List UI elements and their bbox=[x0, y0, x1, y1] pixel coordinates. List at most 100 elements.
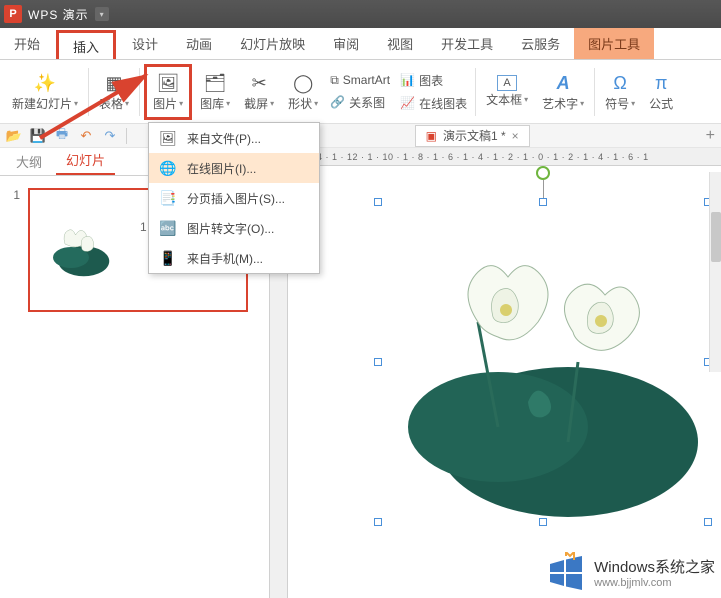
table-label: 表格 bbox=[99, 95, 123, 112]
chart-button[interactable]: 📊图表 bbox=[396, 70, 471, 91]
tab-cloud[interactable]: 云服务 bbox=[507, 28, 574, 59]
symbol-icon: Ω bbox=[608, 71, 632, 95]
slide-canvas[interactable] bbox=[288, 166, 721, 598]
chevron-down-icon: ▾ bbox=[125, 99, 129, 108]
resize-handle-tm[interactable] bbox=[539, 198, 547, 206]
menu-to-text[interactable]: 🔤 图片转文字(O)... bbox=[149, 213, 319, 243]
relation-button[interactable]: 🔗 关系图 bbox=[326, 92, 394, 113]
document-icon: ▣ bbox=[426, 129, 437, 143]
textbox-label: 文本框 bbox=[486, 91, 522, 108]
wordart-button[interactable]: A 艺术字▾ bbox=[536, 64, 590, 120]
watermark: Windows系统之家 www.bjjmlv.com bbox=[544, 552, 715, 592]
menu-paginated-insert[interactable]: 📑 分页插入图片(S)... bbox=[149, 183, 319, 213]
lotus-thumbnail-image bbox=[40, 220, 120, 280]
resize-handle-br[interactable] bbox=[704, 518, 712, 526]
picture-icon: 🖼 bbox=[156, 71, 180, 95]
new-slide-label: 新建幻灯片 bbox=[12, 95, 72, 112]
undo-icon[interactable]: ↶ bbox=[78, 128, 94, 144]
document-name: 演示文稿1 * bbox=[443, 127, 506, 144]
online-chart-label: 在线图表 bbox=[419, 95, 467, 112]
tab-picture-tools[interactable]: 图片工具 bbox=[574, 28, 654, 59]
chevron-down-icon: ▾ bbox=[314, 99, 318, 108]
tab-devtools[interactable]: 开发工具 bbox=[427, 28, 507, 59]
shape-label: 形状 bbox=[288, 95, 312, 112]
watermark-brand2: 系统之家 bbox=[655, 559, 715, 576]
relation-icon: 🔗 bbox=[330, 95, 345, 109]
menu-online-picture[interactable]: 🌐 在线图片(I)... bbox=[149, 153, 319, 183]
resize-handle-bl[interactable] bbox=[374, 518, 382, 526]
picture-button[interactable]: 🖼 图片▾ bbox=[144, 64, 192, 120]
tab-review[interactable]: 审阅 bbox=[319, 28, 373, 59]
shape-icon: ◯ bbox=[291, 71, 315, 95]
ribbon: ✨ 新建幻灯片▾ ▦ 表格▾ 🖼 图片▾ 🗂 图库▾ ✂ 截屏▾ ◯ 形状▾ ⧉… bbox=[0, 60, 721, 124]
close-icon[interactable]: × bbox=[512, 129, 519, 143]
tab-animation[interactable]: 动画 bbox=[172, 28, 226, 59]
add-tab-icon[interactable]: + bbox=[706, 127, 715, 145]
ribbon-tabs: 开始 插入 设计 动画 幻灯片放映 审阅 视图 开发工具 云服务 图片工具 bbox=[0, 28, 721, 60]
screenshot-label: 截屏 bbox=[244, 95, 268, 112]
chevron-down-icon: ▾ bbox=[74, 99, 78, 108]
slide-number: 1 bbox=[8, 188, 20, 202]
menu-from-file[interactable]: 🖼 来自文件(P)... bbox=[149, 123, 319, 153]
separator bbox=[88, 68, 89, 116]
title-dropdown-icon[interactable]: ▾ bbox=[95, 7, 109, 21]
table-icon: ▦ bbox=[102, 71, 126, 95]
new-slide-button[interactable]: ✨ 新建幻灯片▾ bbox=[6, 64, 84, 120]
textbox-button[interactable]: A 文本框▾ bbox=[480, 64, 534, 120]
new-slide-icon: ✨ bbox=[33, 71, 57, 95]
menu-from-phone[interactable]: 📱 来自手机(M)... bbox=[149, 243, 319, 273]
save-icon[interactable]: 💾 bbox=[30, 128, 46, 144]
print-icon[interactable]: 🖶 bbox=[54, 128, 70, 144]
shape-button[interactable]: ◯ 形状▾ bbox=[282, 64, 324, 120]
screenshot-icon: ✂ bbox=[247, 71, 271, 95]
menu-online-picture-label: 在线图片(I)... bbox=[187, 160, 256, 177]
resize-handle-tl[interactable] bbox=[374, 198, 382, 206]
outline-tab[interactable]: 大纲 bbox=[6, 148, 52, 175]
chevron-down-icon: ▾ bbox=[631, 99, 635, 108]
chart-group: 📊图表 📈在线图表 bbox=[396, 70, 471, 114]
formula-label: 公式 bbox=[649, 95, 673, 112]
online-chart-button[interactable]: 📈在线图表 bbox=[396, 93, 471, 114]
windows-logo-icon bbox=[544, 552, 588, 592]
formula-button[interactable]: π 公式 bbox=[643, 64, 679, 120]
gallery-button[interactable]: 🗂 图库▾ bbox=[194, 64, 236, 120]
screenshot-button[interactable]: ✂ 截屏▾ bbox=[238, 64, 280, 120]
table-button[interactable]: ▦ 表格▾ bbox=[93, 64, 135, 120]
vertical-scrollbar[interactable] bbox=[709, 172, 721, 372]
hidden-slide-number: 1 bbox=[140, 220, 147, 234]
symbol-button[interactable]: Ω 符号▾ bbox=[599, 64, 641, 120]
watermark-brand: Windows bbox=[594, 559, 655, 576]
resize-handle-bm[interactable] bbox=[539, 518, 547, 526]
chevron-down-icon: ▾ bbox=[580, 99, 584, 108]
horizontal-ruler: · 1 · 14 · 1 · 12 · 1 · 10 · 1 · 8 · 1 ·… bbox=[270, 148, 721, 166]
picture-label: 图片 bbox=[153, 95, 177, 112]
document-tab[interactable]: ▣ 演示文稿1 * × bbox=[415, 125, 530, 147]
lotus-image bbox=[378, 202, 708, 522]
open-icon[interactable]: 📂 bbox=[6, 128, 22, 144]
image-selection[interactable] bbox=[378, 202, 708, 522]
gallery-icon: 🗂 bbox=[203, 71, 227, 95]
chart-label: 图表 bbox=[419, 72, 443, 89]
textbox-icon: A bbox=[497, 75, 517, 91]
titlebar: P WPS 演示 ▾ bbox=[0, 0, 721, 28]
menu-paginated-label: 分页插入图片(S)... bbox=[187, 190, 285, 207]
watermark-text: Windows系统之家 www.bjjmlv.com bbox=[594, 556, 715, 589]
tab-design[interactable]: 设计 bbox=[118, 28, 172, 59]
smartart-button[interactable]: ⧉SmartArt bbox=[326, 71, 394, 90]
wordart-icon: A bbox=[551, 71, 575, 95]
quick-access-toolbar: 📂 💾 🖶 ↶ ↷ ▣ 演示文稿1 * × + bbox=[0, 124, 721, 148]
slides-tab[interactable]: 幻灯片 bbox=[56, 146, 115, 175]
phone-icon: 📱 bbox=[159, 249, 177, 267]
tab-slideshow[interactable]: 幻灯片放映 bbox=[226, 28, 319, 59]
tab-start[interactable]: 开始 bbox=[0, 28, 54, 59]
chevron-down-icon: ▾ bbox=[524, 95, 528, 104]
redo-icon[interactable]: ↷ bbox=[102, 128, 118, 144]
separator bbox=[594, 68, 595, 116]
resize-handle-ml[interactable] bbox=[374, 358, 382, 366]
relation-label: 关系图 bbox=[349, 94, 385, 111]
scrollbar-thumb[interactable] bbox=[711, 212, 721, 262]
tab-insert[interactable]: 插入 bbox=[56, 30, 116, 59]
online-picture-icon: 🌐 bbox=[159, 159, 177, 177]
tab-view[interactable]: 视图 bbox=[373, 28, 427, 59]
rotation-handle[interactable] bbox=[536, 166, 550, 180]
